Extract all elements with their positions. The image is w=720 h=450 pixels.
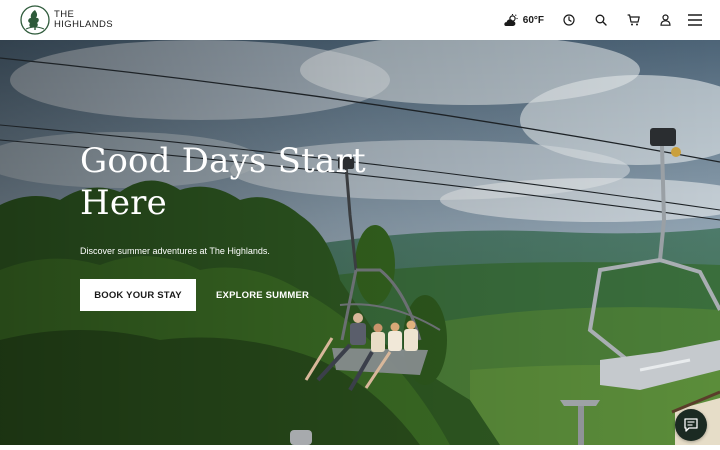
hero-section: Good Days Start Here Discover summer adv… (0, 40, 720, 445)
weather-widget[interactable]: 60°F (503, 13, 544, 27)
site-logo[interactable]: THE HIGHLANDS (20, 5, 113, 35)
search-icon[interactable] (594, 13, 608, 27)
logo-wordmark: THE HIGHLANDS (54, 10, 113, 30)
menu-icon[interactable] (688, 13, 702, 27)
chairlift-summer-photo (0, 40, 720, 445)
hero-actions: BOOK YOUR STAY EXPLORE SUMMER (80, 279, 309, 311)
weather-temperature: 60°F (522, 14, 544, 26)
cart-icon[interactable] (626, 13, 640, 27)
chat-button[interactable] (675, 409, 707, 441)
chat-bubble-icon (684, 418, 698, 432)
tree-emblem-icon (20, 5, 50, 35)
clock-icon[interactable] (562, 13, 576, 27)
explore-summer-link[interactable]: EXPLORE SUMMER (216, 290, 309, 301)
header-nav: 60°F (503, 0, 702, 40)
book-your-stay-button[interactable]: BOOK YOUR STAY (80, 279, 196, 311)
partly-cloudy-icon (504, 13, 518, 26)
hero-subtitle: Discover summer adventures at The Highla… (80, 246, 270, 256)
hero-title: Good Days Start Here (80, 141, 366, 223)
site-header: THE HIGHLANDS 60°F (0, 0, 720, 40)
logo-line-2: HIGHLANDS (54, 19, 114, 30)
page: THE HIGHLANDS 60°F Good Days Start Here … (0, 0, 720, 450)
hero-content: Good Days Start Here Discover summer adv… (80, 140, 410, 311)
account-icon[interactable] (658, 13, 672, 27)
